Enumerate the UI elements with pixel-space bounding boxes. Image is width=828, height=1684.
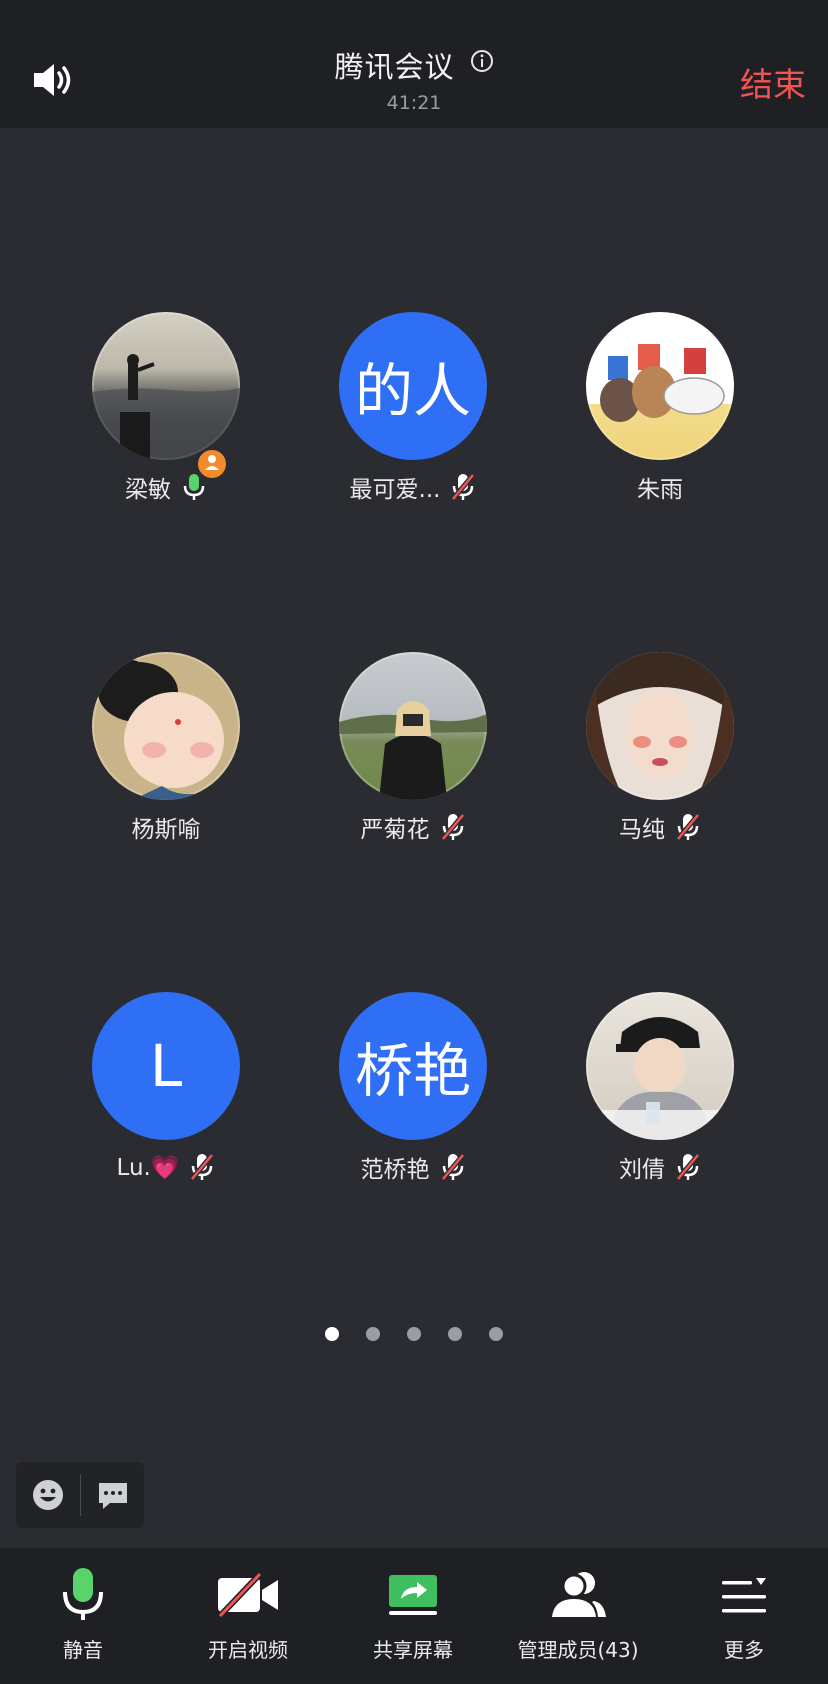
avatar [586,652,734,800]
avatar-initials: L [149,1032,183,1100]
page-indicator [0,1326,828,1345]
start-video-button[interactable]: 开启视频 [168,1564,328,1663]
emoji-icon[interactable] [31,1478,65,1512]
avatar-photo-seaside [92,354,240,460]
share-screen-button[interactable]: 共享屏幕 [333,1564,493,1663]
participant-name: 最可爱... [349,477,441,503]
avatar-photo-portrait [586,652,734,800]
avatar-photo-man [586,1017,734,1140]
participant-tile[interactable]: 马纯 [560,652,760,844]
manage-members-label: 管理成员(43) [517,1638,639,1662]
share-screen-label: 共享屏幕 [373,1638,453,1662]
end-meeting-button[interactable]: 结束 [740,58,806,106]
avatar: 的人 [339,312,487,460]
bottom-toolbar: 静音 开启视频 共享屏幕 管理成员(43) 更多 [0,1548,828,1684]
divider [80,1474,81,1516]
quick-actions [16,1462,144,1528]
info-icon[interactable] [470,49,494,73]
page-dot[interactable] [448,1327,463,1341]
mic-muted-icon [190,1153,215,1181]
participant-tile[interactable]: L Lu.💗 [66,992,266,1184]
host-badge-icon [196,448,228,480]
avatar-photo-field [339,701,487,800]
participant-name: 刘倩 [619,1157,665,1183]
meeting-title-group: 腾讯会议 [0,44,828,86]
participant-name-row: 范桥艳 [313,1150,513,1184]
participant-name: 杨斯喻 [131,817,201,843]
avatar-photo-bears [600,344,725,422]
chat-icon[interactable] [96,1478,130,1512]
meeting-timer: 41:21 [386,92,442,114]
participant-tile[interactable]: 桥艳 范桥艳 [313,992,513,1184]
mic-muted-icon [676,1153,700,1181]
mic-muted-icon [676,813,700,841]
participant-name: 梁敏 [125,477,171,503]
avatar-initials: 的人 [354,357,471,425]
start-video-label: 开启视频 [208,1638,288,1662]
participant-tile[interactable]: 刘倩 [560,992,760,1184]
mute-label: 静音 [63,1638,103,1662]
participant-name: 朱雨 [637,477,683,503]
participant-name-row: 杨斯喻 [66,810,266,844]
avatar: L [92,992,240,1140]
more-button[interactable]: 更多 [664,1564,824,1663]
participant-name-row: 最可爱... [313,470,513,504]
avatar-initials: 桥艳 [354,1037,471,1105]
share-screen-icon [389,1575,437,1615]
avatar [92,312,240,460]
avatar: 桥艳 [339,992,487,1140]
mute-button[interactable]: 静音 [3,1564,163,1663]
participant-name: 严菊花 [360,817,430,843]
mic-muted-icon [451,473,476,501]
page-dot[interactable] [489,1327,504,1341]
more-icon [722,1578,766,1613]
participant-name-row: 梁敏 [66,470,266,504]
participant-tile[interactable]: 梁敏 [66,312,266,504]
participant-name: Lu.💗 [116,1154,180,1181]
more-label: 更多 [724,1638,764,1662]
avatar [586,992,734,1140]
top-bar: 腾讯会议 41:21 结束 [0,0,828,128]
meeting-title: 腾讯会议 [334,50,455,84]
participant-tile[interactable]: 朱雨 [560,312,760,504]
participant-tile[interactable]: 杨斯喻 [66,652,266,844]
avatar-photo-cartoon [98,660,240,800]
participant-tile[interactable]: 严菊花 [313,652,513,844]
participant-name: 范桥艳 [360,1157,430,1183]
video-off-icon [217,1572,278,1618]
members-icon [552,1572,606,1617]
participant-name-row: Lu.💗 [66,1150,266,1184]
avatar [586,312,734,460]
mic-icon [63,1568,103,1620]
page-dot[interactable] [407,1327,421,1341]
participant-name-row: 刘倩 [560,1150,760,1184]
mic-muted-icon [440,813,465,841]
participant-tile[interactable]: 的人 最可爱... [313,312,513,504]
participant-name-row: 朱雨 [560,470,760,504]
mic-muted-icon [440,1153,465,1181]
manage-members-button[interactable]: 管理成员(43) [498,1564,658,1663]
avatar [339,652,487,800]
avatar [92,652,240,800]
participant-name-row: 马纯 [560,810,760,844]
page-dot[interactable] [365,1327,380,1341]
participant-name: 马纯 [619,817,665,843]
page-dot[interactable] [324,1327,339,1341]
participant-name-row: 严菊花 [313,810,513,844]
